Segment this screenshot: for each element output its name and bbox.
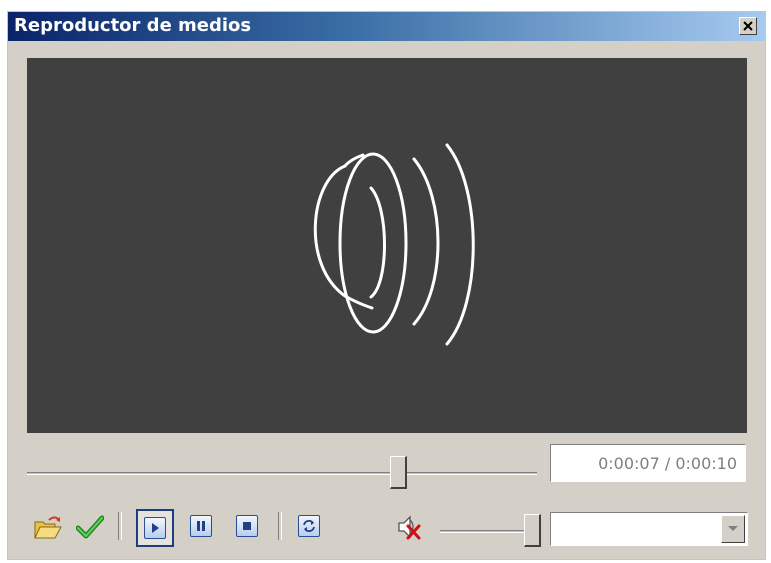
open-folder-icon[interactable] bbox=[33, 514, 63, 542]
toolbar-separator bbox=[118, 512, 122, 540]
pause-icon bbox=[190, 515, 212, 537]
loop-button[interactable] bbox=[292, 509, 330, 547]
seek-track[interactable] bbox=[27, 472, 537, 475]
play-button[interactable] bbox=[136, 509, 174, 547]
time-display: 0:00:07 / 0:00:10 bbox=[550, 444, 746, 482]
volume-slider[interactable] bbox=[440, 514, 541, 559]
loop-icon bbox=[298, 515, 320, 537]
close-icon bbox=[743, 21, 753, 31]
toolbar-separator bbox=[278, 512, 282, 540]
dropdown-button[interactable] bbox=[721, 515, 745, 543]
window-title: Reproductor de medios bbox=[14, 15, 252, 36]
dropdown-arrow-icon bbox=[728, 526, 738, 531]
speaker-icon bbox=[313, 143, 475, 346]
video-display bbox=[27, 58, 747, 433]
device-select[interactable] bbox=[550, 512, 748, 546]
play-icon bbox=[144, 517, 166, 539]
stop-icon bbox=[236, 515, 258, 537]
media-player-window: Reproductor de medios 0:00:07 / 0:00:10 bbox=[7, 11, 766, 560]
volume-thumb[interactable] bbox=[524, 514, 541, 547]
close-button[interactable] bbox=[739, 17, 757, 35]
title-bar[interactable]: Reproductor de medios bbox=[8, 12, 765, 41]
seek-thumb[interactable] bbox=[390, 456, 407, 489]
pause-button[interactable] bbox=[184, 509, 222, 547]
time-text: 0:00:07 / 0:00:10 bbox=[598, 454, 737, 473]
seek-slider[interactable] bbox=[27, 455, 537, 491]
stop-button[interactable] bbox=[230, 509, 268, 547]
checkmark-icon[interactable] bbox=[76, 514, 104, 540]
mute-icon[interactable] bbox=[395, 513, 425, 541]
volume-track[interactable] bbox=[440, 530, 530, 533]
